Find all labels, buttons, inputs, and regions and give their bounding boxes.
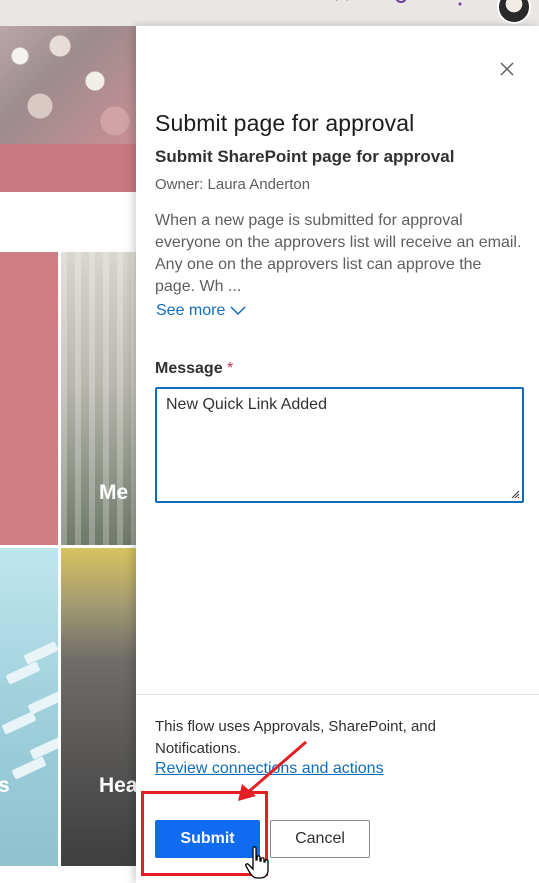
quick-link-tile[interactable]: Me [61, 252, 136, 545]
resize-grip-icon[interactable] [510, 489, 520, 499]
flow-connections-text: This flow uses Approvals, SharePoint, an… [155, 718, 436, 757]
footer-divider [136, 694, 539, 695]
required-marker: * [227, 360, 234, 377]
approval-panel: Submit page for approval Submit SharePoi… [136, 26, 539, 883]
message-input[interactable]: New Quick Link Added [155, 387, 524, 503]
avatar[interactable] [497, 0, 531, 24]
flow-description: When a new page is submitted for approva… [155, 212, 522, 295]
chevron-down-icon [230, 306, 246, 316]
hero-image [0, 26, 136, 144]
flow-subtitle: Submit SharePoint page for approval [155, 147, 455, 166]
close-icon[interactable] [496, 58, 518, 80]
message-input-value: New Quick Link Added [166, 396, 327, 413]
tile-label: s [0, 774, 10, 797]
quick-link-tile[interactable] [0, 252, 58, 545]
suite-bar [0, 0, 539, 26]
see-more-link[interactable]: See more [156, 302, 247, 320]
app-icon[interactable] [333, 0, 351, 10]
hero-band [0, 144, 136, 192]
review-connections-link[interactable]: Review connections and actions [155, 760, 384, 778]
page-footer-strip [0, 866, 136, 883]
background-page: Me s Hea [0, 26, 136, 883]
message-label: Message * [155, 360, 233, 378]
panel-title: Submit page for approval [155, 110, 415, 136]
see-more-label: See more [156, 302, 226, 319]
flow-owner: Owner: Laura Anderton [155, 176, 311, 193]
quick-link-tile[interactable]: s [0, 548, 58, 866]
tile-label: Hea [99, 774, 136, 797]
settings-icon[interactable] [392, 0, 410, 10]
help-icon[interactable] [451, 0, 469, 10]
submit-button[interactable]: Submit [155, 820, 260, 858]
message-label-text: Message [155, 360, 223, 377]
quick-link-tile[interactable]: Hea [61, 548, 136, 866]
tile-label: Me [99, 481, 129, 504]
cancel-button[interactable]: Cancel [270, 820, 370, 858]
